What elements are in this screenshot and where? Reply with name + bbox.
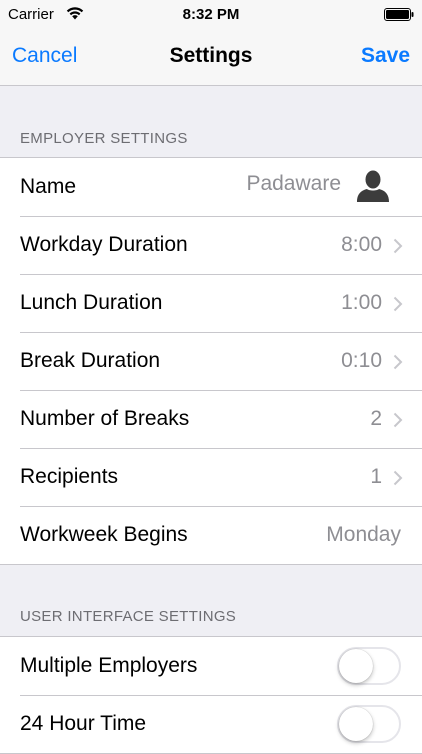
row-label: Multiple Employers <box>20 654 198 677</box>
chevron-right-icon <box>393 470 403 486</box>
row-label: Name <box>20 175 77 198</box>
row-value: 1:00 <box>341 291 382 314</box>
section-header-user-interface: USER INTERFACE SETTINGS <box>20 608 237 625</box>
row-label: Workweek Begins <box>20 523 188 546</box>
row-value: 2 <box>370 407 382 430</box>
row-number-of-breaks[interactable]: Number of Breaks 2 <box>0 390 422 448</box>
toggle-knob <box>339 707 373 741</box>
row-workday-duration[interactable]: Workday Duration 8:00 <box>0 216 422 274</box>
24-hour-time-toggle[interactable] <box>337 705 401 743</box>
user-interface-settings-group: Multiple Employers 24 Hour Time <box>0 636 422 754</box>
battery-icon <box>384 8 414 21</box>
toggle-knob <box>339 649 373 683</box>
page-title: Settings <box>169 44 253 67</box>
row-label: Workday Duration <box>20 233 188 256</box>
row-workweek-begins[interactable]: Workweek Begins Monday <box>0 506 422 564</box>
row-label: Break Duration <box>20 349 161 372</box>
row-lunch-duration[interactable]: Lunch Duration 1:00 <box>0 274 422 332</box>
row-break-duration[interactable]: Break Duration 0:10 <box>0 332 422 390</box>
navigation-bar: Cancel Settings Save <box>0 30 422 86</box>
status-time: 8:32 PM <box>182 6 240 23</box>
person-icon[interactable] <box>356 170 390 202</box>
save-button[interactable]: Save <box>361 44 410 68</box>
multiple-employers-toggle[interactable] <box>337 647 401 685</box>
row-label: Lunch Duration <box>20 291 163 314</box>
row-recipients[interactable]: Recipients 1 <box>0 448 422 506</box>
row-label: Recipients <box>20 465 119 488</box>
row-value: 1 <box>370 465 382 488</box>
row-name[interactable]: Name Padaware <box>0 158 422 216</box>
row-24-hour-time: 24 Hour Time <box>0 695 422 753</box>
status-bar: Carrier 8:32 PM <box>0 0 422 30</box>
row-multiple-employers: Multiple Employers <box>0 637 422 695</box>
chevron-right-icon <box>393 238 403 254</box>
row-value: 0:10 <box>341 349 382 372</box>
row-value: 8:00 <box>341 233 382 256</box>
section-header-employer: EMPLOYER SETTINGS <box>20 130 188 147</box>
row-value: Monday <box>326 523 401 546</box>
chevron-right-icon <box>393 354 403 370</box>
row-label: Number of Breaks <box>20 407 190 430</box>
row-label: 24 Hour Time <box>20 712 147 735</box>
row-value: Padaware <box>246 172 341 195</box>
chevron-right-icon <box>393 296 403 312</box>
employer-settings-group: Name Padaware Workday Duration 8:00 Lunc… <box>0 157 422 565</box>
chevron-right-icon <box>393 412 403 428</box>
